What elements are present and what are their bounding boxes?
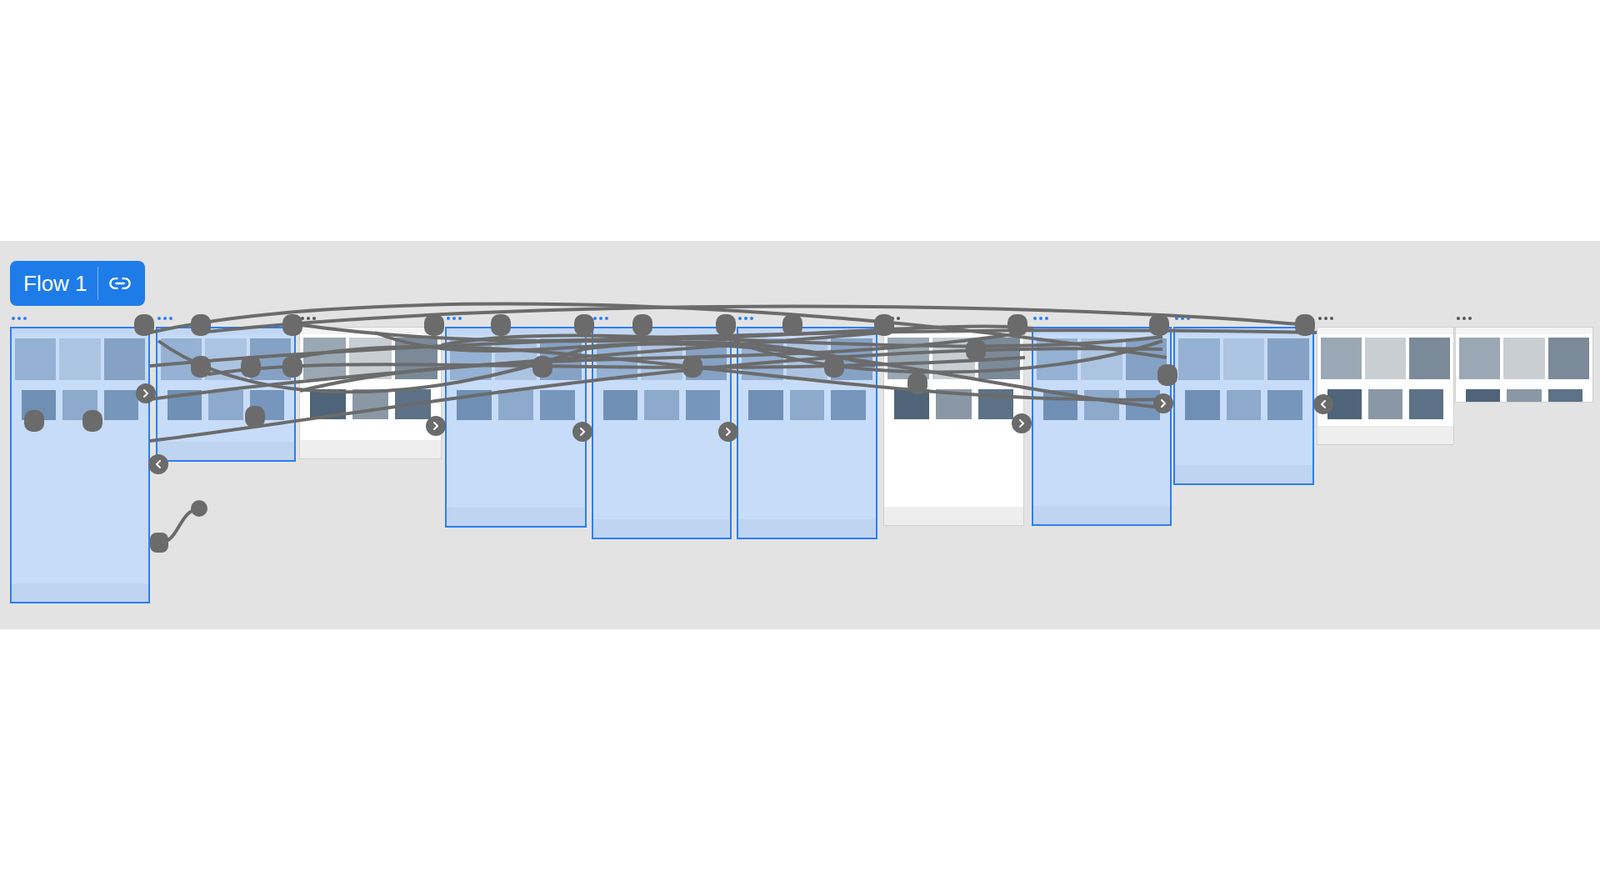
chevron-right-icon	[139, 386, 153, 400]
selection-overlay	[446, 328, 585, 526]
prototype-frame[interactable]	[1031, 326, 1172, 526]
chevron-left-icon	[1316, 397, 1330, 411]
frame-hero	[884, 334, 1024, 383]
figma-canvas-page: Flow 1	[0, 0, 1600, 871]
prototype-frame[interactable]	[1316, 326, 1455, 445]
frame-header	[884, 327, 1024, 335]
frame-grid	[1317, 382, 1454, 426]
nav-arrow[interactable]	[718, 421, 739, 442]
frame-menu-dots[interactable]	[11, 316, 27, 320]
prototype-frame[interactable]	[10, 326, 150, 604]
nav-arrow[interactable]	[148, 454, 169, 475]
prototype-frame[interactable]	[1455, 326, 1594, 403]
nav-arrow[interactable]	[135, 383, 156, 404]
frame-grid	[1455, 382, 1593, 403]
selection-overlay	[738, 328, 876, 538]
frame-footer	[884, 506, 1024, 525]
frame-menu-dots[interactable]	[1318, 316, 1334, 320]
chevron-right-icon	[1015, 416, 1029, 430]
flow-label: Flow 1	[23, 272, 88, 295]
connections-icon	[0, 240, 1600, 630]
frame-footer	[1317, 425, 1454, 445]
flow-badge[interactable]: Flow 1	[10, 260, 145, 306]
selection-overlay	[593, 328, 730, 538]
frame-grid	[300, 382, 441, 426]
chevron-right-icon	[1156, 396, 1170, 410]
frame-grid	[884, 382, 1024, 426]
selection-overlay	[1175, 328, 1313, 484]
chevron-right-icon	[429, 419, 443, 433]
frame-menu-dots[interactable]	[300, 316, 316, 320]
prototype-frame[interactable]	[445, 326, 587, 528]
nav-arrow[interactable]	[1011, 413, 1032, 434]
prototype-frame[interactable]	[591, 326, 732, 540]
frame-header	[1317, 327, 1454, 335]
prototype-frame[interactable]	[1173, 326, 1315, 485]
frame-menu-dots[interactable]	[1456, 316, 1472, 320]
chevron-right-icon	[721, 425, 735, 439]
frame-menu-dots[interactable]	[738, 316, 754, 320]
prototype-frame[interactable]	[883, 326, 1025, 526]
selection-overlay	[157, 328, 295, 460]
nav-arrow[interactable]	[1313, 394, 1334, 415]
frame-header	[1455, 327, 1593, 335]
frame-menu-dots[interactable]	[1033, 316, 1049, 320]
nav-arrow[interactable]	[572, 421, 593, 442]
chevron-left-icon	[151, 457, 165, 471]
frame-menu-dots[interactable]	[1175, 316, 1190, 320]
selection-overlay	[1033, 328, 1170, 525]
frame-menu-dots[interactable]	[885, 316, 900, 320]
prototype-frame[interactable]	[155, 326, 296, 462]
prototype-frame[interactable]	[736, 326, 878, 540]
nav-arrow[interactable]	[425, 415, 446, 436]
selection-overlay	[11, 328, 149, 602]
prototype-frame[interactable]	[299, 326, 442, 460]
frame-menu-dots[interactable]	[157, 316, 173, 320]
frame-hero	[1317, 334, 1454, 383]
link-icon[interactable]	[108, 271, 132, 295]
frame-menu-dots[interactable]	[446, 316, 462, 320]
frame-footer	[300, 440, 441, 459]
frame-hero	[1455, 334, 1593, 383]
chevron-right-icon	[575, 425, 590, 439]
frame-hero	[300, 334, 441, 383]
canvas[interactable]: Flow 1	[0, 240, 1600, 630]
frame-header	[300, 327, 441, 335]
frame-menu-dots[interactable]	[593, 316, 609, 320]
nav-arrow[interactable]	[1153, 393, 1174, 414]
